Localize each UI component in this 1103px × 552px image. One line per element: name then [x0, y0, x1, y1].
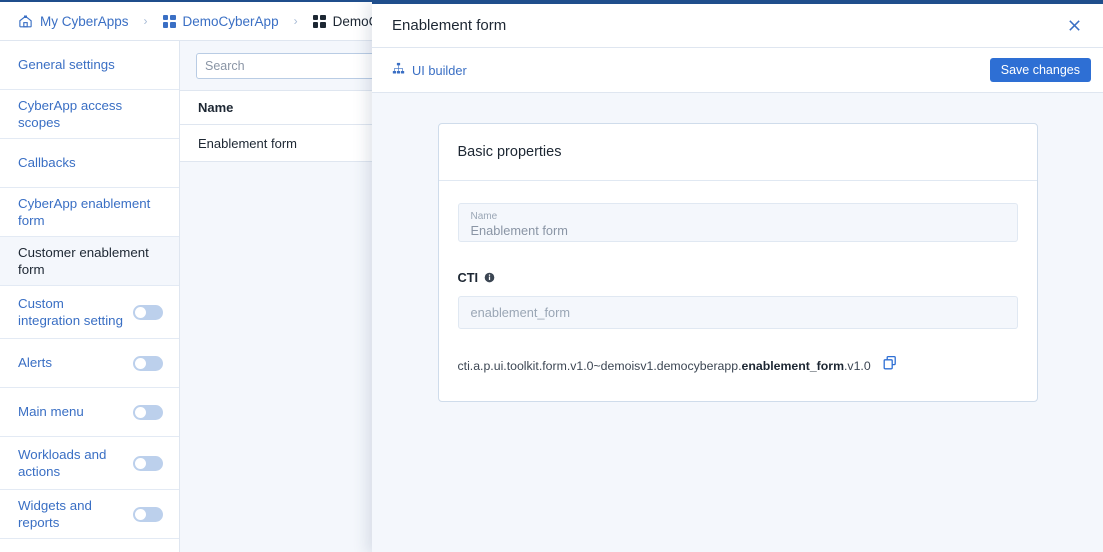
card-title: Basic properties	[438, 124, 1037, 181]
cti-path-suffix: .v1.0	[844, 359, 871, 373]
cti-field-label: CTI	[457, 270, 479, 285]
sidebar-item-label: Main menu	[18, 404, 84, 420]
breadcrumb-label: DemoCyberApp	[182, 13, 279, 29]
app-root: My CyberApps › DemoCyberApp › DemoCyb Ge…	[0, 0, 1103, 552]
sidebar-item-label: Workloads and actions	[18, 446, 107, 479]
sitemap-icon	[392, 62, 405, 78]
sidebar-toggle-workloads-and-actions[interactable]	[133, 455, 163, 471]
cti-field-label-row: CTI	[458, 270, 1018, 285]
sidebar-item-callbacks[interactable]: Callbacks	[0, 139, 179, 188]
sidebar-toggle-main-menu[interactable]	[133, 404, 163, 420]
sidebar-item-main-menu[interactable]: Main menu	[0, 388, 179, 437]
sidebar-item-label: Custom integration setting	[18, 295, 123, 328]
sidebar-item-widgets-and-reports[interactable]: Widgets and reports	[0, 490, 179, 539]
sidebar-item-cyberapp-access-scopes[interactable]: CyberApp access scopes	[0, 90, 179, 139]
breadcrumb-separator: ›	[143, 14, 148, 28]
cti-input[interactable]: enablement_form	[457, 296, 1018, 329]
sidebar-item-label: CyberApp access scopes	[18, 97, 123, 130]
body: General settings CyberApp access scopes …	[0, 2, 1103, 552]
sidebar-item-label: Widgets and reports	[18, 497, 92, 530]
ui-builder-button[interactable]: UI builder	[392, 62, 467, 78]
sidebar-item-cyberapp-enablement-form[interactable]: CyberApp enablement form	[0, 188, 179, 237]
save-changes-button[interactable]: Save changes	[989, 57, 1091, 83]
cti-path-row: cti.a.p.ui.toolkit.form.v1.0~demoisv1.de…	[458, 355, 1018, 375]
sidebar-item-custom-integration-setting[interactable]: Custom integration setting	[0, 286, 179, 339]
name-field-value: Enablement form	[470, 223, 568, 239]
grid-icon	[162, 14, 176, 28]
cti-field-group: CTI enablement_form	[457, 270, 1018, 329]
sidebar-item-customer-enablement-form[interactable]: Customer enablement form	[0, 237, 179, 286]
grid-icon	[312, 14, 326, 28]
enablement-form-panel: Enablement form UI builder Save changes …	[372, 2, 1103, 552]
sidebar-item-alerts[interactable]: Alerts	[0, 339, 179, 388]
sidebar-item-label: Alerts	[18, 355, 52, 371]
sidebar-item-label: Callbacks	[18, 155, 76, 171]
sidebar-toggle-custom-integration-setting[interactable]	[133, 304, 163, 320]
breadcrumb-item-democyberapp[interactable]: DemoCyberApp	[162, 13, 279, 29]
cti-path-highlight: enablement_form	[741, 359, 845, 373]
sidebar: General settings CyberApp access scopes …	[0, 41, 180, 552]
table-cell-name: Enablement form	[198, 135, 297, 151]
name-field[interactable]: Name Enablement form	[457, 203, 1018, 242]
sidebar-toggle-alerts[interactable]	[133, 355, 163, 371]
cti-path-prefix: cti.a.p.ui.toolkit.form.v1.0~demoisv1.de…	[457, 359, 742, 373]
panel-title: Enablement form	[392, 17, 507, 34]
breadcrumb-label: My CyberApps	[40, 13, 129, 29]
breadcrumb-separator: ›	[293, 14, 298, 28]
copy-icon[interactable]	[882, 355, 898, 371]
cti-path-text: cti.a.p.ui.toolkit.form.v1.0~demoisv1.de…	[458, 355, 871, 375]
basic-properties-card: Basic properties Name Enablement form CT…	[437, 123, 1038, 402]
close-icon[interactable]	[1061, 13, 1087, 39]
card-body: Name Enablement form CTI enablement_form…	[439, 181, 1037, 401]
ui-builder-label: UI builder	[412, 62, 467, 78]
sidebar-item-general-settings[interactable]: General settings	[0, 41, 179, 90]
sidebar-item-workloads-and-actions[interactable]: Workloads and actions	[0, 437, 179, 490]
name-field-label: Name	[470, 211, 498, 223]
panel-toolbar: UI builder Save changes	[372, 48, 1103, 93]
sidebar-item-label: General settings	[18, 57, 115, 73]
breadcrumb-item-my-cyberapps[interactable]: My CyberApps	[18, 14, 129, 29]
sidebar-item-label: Customer enablement form	[18, 244, 149, 277]
home-icon	[18, 14, 33, 29]
panel-header: Enablement form	[372, 4, 1103, 48]
sidebar-toggle-widgets-and-reports[interactable]	[133, 506, 163, 522]
sidebar-item-label: CyberApp enablement form	[18, 195, 151, 228]
info-icon[interactable]	[484, 272, 495, 283]
panel-content: Basic properties Name Enablement form CT…	[372, 93, 1103, 552]
cti-input-placeholder: enablement_form	[470, 305, 571, 320]
